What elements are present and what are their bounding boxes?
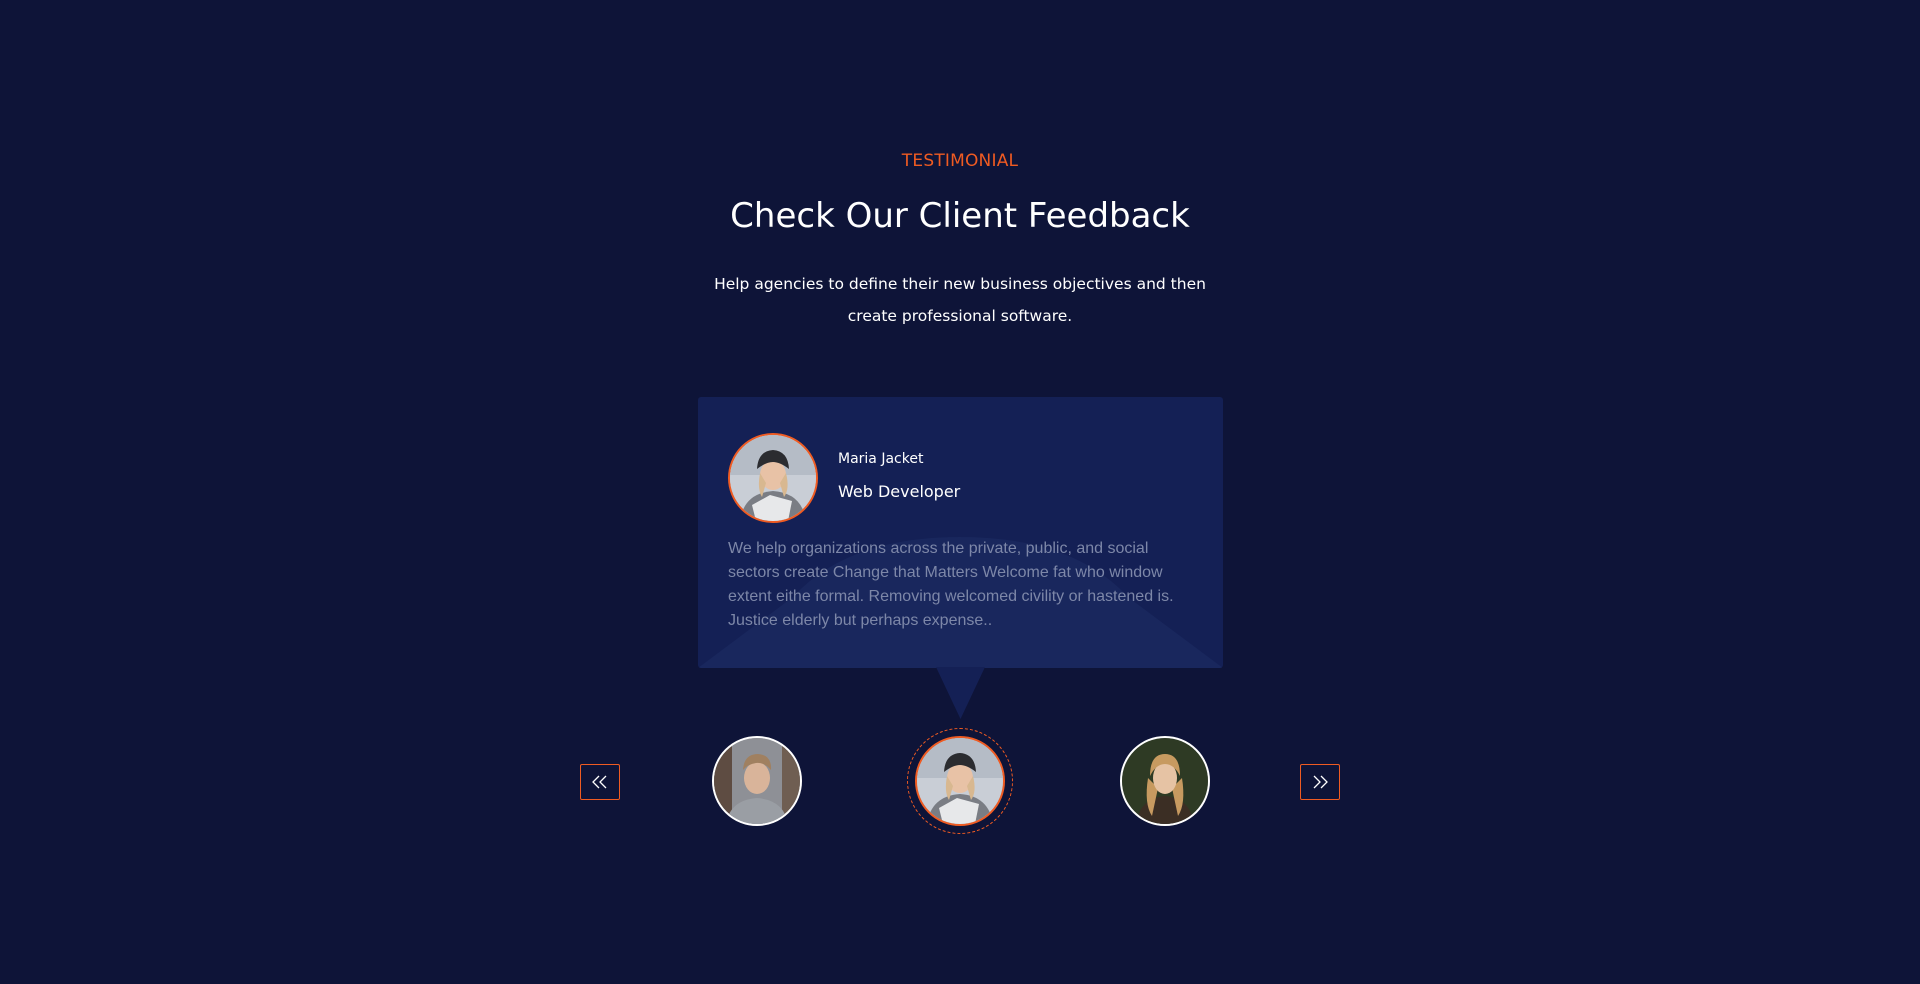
section-subtitle: Help agencies to define their new busine… — [714, 275, 1206, 325]
double-chevron-left-icon — [592, 775, 608, 789]
double-chevron-right-icon — [1312, 775, 1328, 789]
section-eyebrow: TESTIMONIAL — [901, 151, 1019, 171]
testimonial-role: Web Developer — [838, 482, 961, 501]
testimonial-quote: We help organizations across the private… — [728, 540, 1174, 629]
testimonial-avatar — [728, 433, 818, 523]
client-thumbnail-3[interactable] — [1120, 736, 1210, 826]
testimonial-card: Maria Jacket Web Developer We help organ… — [698, 397, 1223, 668]
client-thumbnail-2-active[interactable] — [915, 736, 1005, 826]
client-thumbnail-1[interactable] — [712, 736, 802, 826]
testimonial-name: Maria Jacket — [838, 451, 924, 467]
testimonial-section: TESTIMONIAL Check Our Client Feedback He… — [0, 0, 1920, 984]
carousel-prev-button[interactable] — [580, 764, 620, 800]
carousel-next-button[interactable] — [1300, 764, 1340, 800]
section-title: Check Our Client Feedback — [730, 196, 1190, 236]
card-pointer-arrow — [936, 667, 985, 719]
